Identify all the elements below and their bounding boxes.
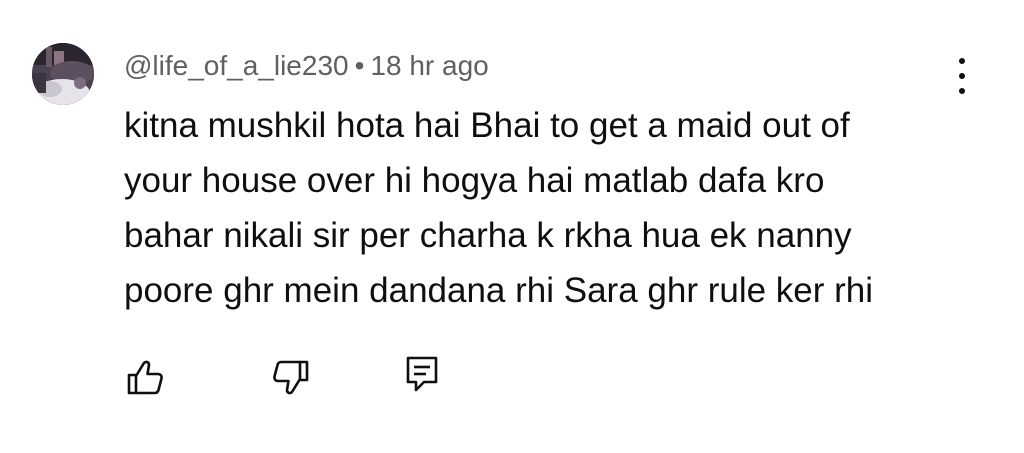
like-button[interactable] [125,358,165,398]
more-vert-icon[interactable] [946,58,978,94]
avatar[interactable] [32,43,94,105]
comment-body: kitna mushkil hota hai Bhai to get a mai… [124,98,964,318]
avatar-image [32,43,94,105]
kebab-dot [959,88,965,94]
comment-line: your house over hi hogya hai matlab dafa… [124,161,825,200]
reply-button[interactable] [402,354,442,394]
reply-comment-icon [406,356,438,392]
kebab-dot [959,73,965,79]
comment-line: poore ghr mein dandana rhi Sara ghr rule… [124,271,874,310]
thumbs-up-icon [127,360,163,395]
kebab-dot [959,58,965,64]
dislike-button[interactable] [271,356,311,396]
meta-separator: • [354,50,365,81]
thumbs-down-icon [273,360,309,395]
author-handle[interactable]: @life_of_a_lie230 [124,50,349,81]
comment-line: bahar nikali sir per charha k rkha hua e… [124,216,852,255]
comment-timestamp[interactable]: 18 hr ago [370,50,488,81]
comment-line: kitna mushkil hota hai Bhai to get a mai… [124,106,850,145]
comment-meta: @life_of_a_lie230 • 18 hr ago [124,46,489,86]
